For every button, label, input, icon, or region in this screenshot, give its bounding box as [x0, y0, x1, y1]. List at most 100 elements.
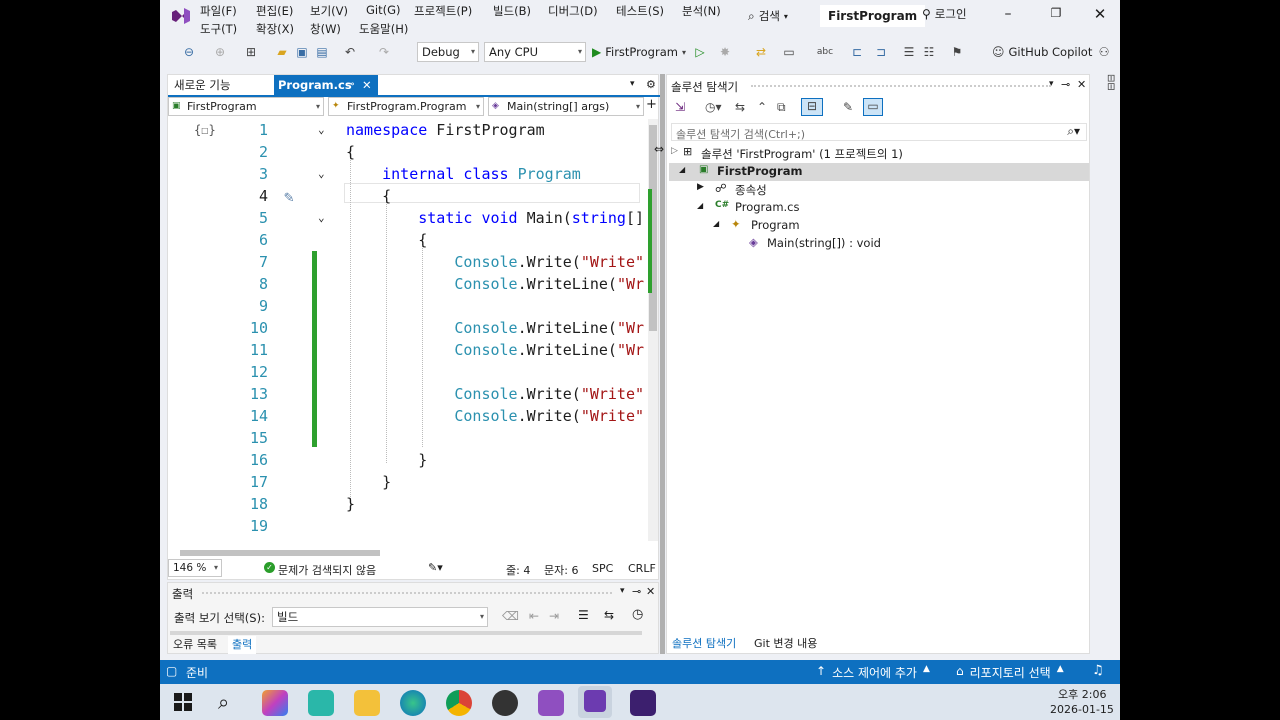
- quick-actions-icon[interactable]: {☐}: [194, 123, 216, 137]
- recorder-app-icon[interactable]: [492, 690, 518, 716]
- whitespace-indicator[interactable]: SPC: [592, 562, 613, 575]
- taskbar-search-icon[interactable]: ⌕: [218, 690, 229, 714]
- side-toolwindow-strip[interactable]: ⊟⊟: [1096, 74, 1116, 124]
- zoom-select[interactable]: 146 % ▾: [168, 559, 222, 577]
- source-control-button[interactable]: ↑ 소스 제어에 추가 ▲: [816, 664, 930, 681]
- code-line[interactable]: Console.WriteLine("Wr: [346, 275, 644, 293]
- collapse-all-icon[interactable]: ⌃: [757, 100, 767, 114]
- toolbar-icon-e[interactable]: ☰: [900, 42, 918, 62]
- save-icon[interactable]: ▣: [294, 42, 310, 62]
- toolbar-icon-d[interactable]: ⊐: [872, 42, 890, 62]
- pin-icon[interactable]: ⊸: [632, 585, 641, 598]
- tab-new-features[interactable]: 새로운 기능: [172, 75, 272, 95]
- visual-studio-icon[interactable]: [538, 690, 564, 716]
- fold-toggle[interactable]: ⌄: [318, 167, 325, 180]
- line-ending-indicator[interactable]: CRLF: [628, 562, 656, 575]
- preview-icon[interactable]: ▭: [863, 98, 883, 116]
- menu-git[interactable]: Git(G): [366, 3, 401, 17]
- minimize-button[interactable]: –: [996, 6, 1020, 26]
- switch-views-icon[interactable]: ⇲: [675, 100, 685, 114]
- close-tab-icon[interactable]: ✕: [362, 75, 372, 95]
- visual-studio-active-icon[interactable]: [578, 686, 612, 718]
- code-line[interactable]: internal class Program: [346, 165, 581, 183]
- code-line[interactable]: Console.Write("Write": [346, 253, 644, 271]
- code-line[interactable]: }: [346, 451, 427, 469]
- menu-tools[interactable]: 도구(T): [200, 21, 237, 37]
- tab-error-list[interactable]: 오류 목록: [170, 636, 220, 654]
- chrome-icon[interactable]: [446, 690, 472, 716]
- code-line[interactable]: Console.WriteLine("Wr: [346, 341, 644, 359]
- forward-button[interactable]: ⊕: [212, 42, 228, 62]
- toolbar-icon-a[interactable]: ⇄: [752, 42, 770, 62]
- repo-select-button[interactable]: ⌂ 리포지토리 선택 ▲: [956, 664, 1064, 681]
- split-editor-icon[interactable]: +: [646, 97, 657, 112]
- pin-icon[interactable]: ⊸: [1061, 78, 1070, 91]
- code-line[interactable]: {: [346, 143, 355, 161]
- configuration-select[interactable]: Debug ▾: [417, 42, 479, 62]
- notification-bell-icon[interactable]: ♫: [1092, 663, 1104, 678]
- toolbar-icon-b[interactable]: ▭: [780, 42, 798, 62]
- tree-dependencies[interactable]: ▶ ☍ 종속성: [669, 181, 1089, 199]
- pin-icon[interactable]: ⊸: [346, 75, 354, 95]
- clock-time[interactable]: 오후 2:06: [1058, 686, 1106, 702]
- close-pane-icon[interactable]: ✕: [1077, 78, 1086, 91]
- screwdriver-icon[interactable]: ✎: [284, 187, 294, 206]
- start-debug-button[interactable]: ▶ FirstProgram ▾: [592, 42, 688, 62]
- menu-extensions[interactable]: 확장(X): [256, 21, 294, 37]
- menu-window[interactable]: 창(W): [310, 21, 341, 37]
- code-line[interactable]: {: [346, 187, 391, 205]
- tree-project[interactable]: ◢ ▣ FirstProgram: [669, 163, 1089, 181]
- filter-icon[interactable]: ⊟: [801, 98, 823, 116]
- output-source-select[interactable]: 빌드 ▾: [272, 607, 488, 627]
- panel-splitter[interactable]: [660, 74, 665, 654]
- output-hscroll[interactable]: [170, 631, 642, 635]
- menu-analyze[interactable]: 분석(N): [682, 3, 721, 19]
- menu-debug[interactable]: 디버그(D): [548, 3, 598, 19]
- tree-class[interactable]: ◢ ✦ Program: [669, 217, 1089, 235]
- tab-output[interactable]: 출력: [228, 636, 257, 654]
- history-icon[interactable]: ◷▾: [705, 100, 722, 114]
- menu-project[interactable]: 프로젝트(P): [414, 3, 472, 19]
- horizontal-scrollbar[interactable]: [170, 549, 648, 557]
- copilot-app-icon[interactable]: [262, 690, 288, 716]
- tab-overflow-icon[interactable]: ▾: [630, 79, 635, 89]
- issues-status[interactable]: 문제가 검색되지 않음: [278, 562, 376, 578]
- copilot-button[interactable]: ☺ GitHub Copilot: [992, 42, 1100, 62]
- edge-icon[interactable]: [400, 690, 426, 716]
- menu-help[interactable]: 도움말(H): [359, 21, 408, 37]
- code-surface[interactable]: {☐} ✎ 1 namespace FirstProgram 2 {3 interna…: [168, 119, 648, 541]
- login-button[interactable]: ⚲ 로그인: [922, 6, 967, 22]
- start-without-debug-icon[interactable]: ▷: [692, 42, 708, 62]
- cleanup-icon[interactable]: ✎▾: [428, 561, 443, 574]
- vertical-scrollbar[interactable]: [648, 119, 658, 541]
- toolbar-icon-c[interactable]: ⊏: [848, 42, 866, 62]
- back-button[interactable]: ⊖: [180, 42, 198, 62]
- close-window-button[interactable]: ✕: [1088, 5, 1112, 25]
- bookmark-icon[interactable]: ⚑: [948, 42, 966, 62]
- fold-toggle[interactable]: ⌄: [318, 211, 325, 224]
- show-all-files-icon[interactable]: ⧉: [777, 100, 786, 115]
- clock-icon[interactable]: ◷: [632, 607, 643, 622]
- class-nav-select[interactable]: ✦ FirstProgram.Program ▾: [328, 97, 484, 116]
- tree-file[interactable]: ◢ C# Program.cs: [669, 199, 1089, 217]
- tab-program-cs[interactable]: Program.cs ⊸ ✕: [274, 75, 378, 95]
- global-search[interactable]: ⌕ 검색 ▾: [748, 8, 788, 24]
- redo-icon[interactable]: ↷: [376, 42, 392, 62]
- tree-solution[interactable]: ▷ ⊞ 솔루션 'FirstProgram' (1 프로젝트의 1): [669, 145, 1089, 163]
- project-nav-select[interactable]: ▣ FirstProgram ▾: [168, 97, 324, 116]
- word-wrap-icon[interactable]: ⇆: [604, 608, 614, 622]
- toolbar-icon-f[interactable]: ☷: [920, 42, 938, 62]
- close-pane-icon[interactable]: ✕: [646, 585, 655, 598]
- code-line[interactable]: {: [346, 231, 427, 249]
- save-all-icon[interactable]: ▤: [314, 42, 330, 62]
- line-indicator[interactable]: 줄: 4: [506, 562, 530, 578]
- clear-all-icon[interactable]: ☰: [578, 608, 589, 622]
- menu-edit[interactable]: 편집(E): [256, 3, 293, 19]
- terminal-app-icon[interactable]: [630, 690, 656, 716]
- sync-icon[interactable]: ⇆: [735, 100, 745, 114]
- menu-file[interactable]: 파일(F): [200, 3, 237, 19]
- windows-start-icon[interactable]: [174, 693, 192, 711]
- tab-git-changes[interactable]: Git 변경 내용: [751, 635, 820, 653]
- column-indicator[interactable]: 문자: 6: [544, 562, 578, 578]
- se-search-box[interactable]: 솔루션 탐색기 검색(Ctrl+;) ⌕▾: [671, 123, 1087, 141]
